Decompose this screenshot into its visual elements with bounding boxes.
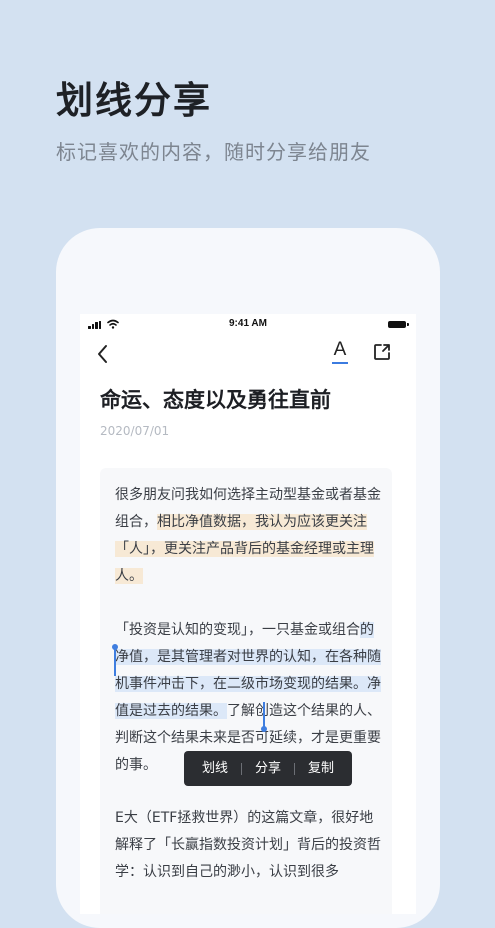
share-icon[interactable] <box>372 342 392 362</box>
paragraph-2-text-before: 「投资是认知的变现」，一只基金或组合 <box>115 622 360 638</box>
battery-icon <box>388 321 409 328</box>
article-body: 很多朋友问我如何选择主动型基金或者基金组合，相比净值数据，我认为应该更关注「人」… <box>100 468 392 914</box>
hero-subtitle: 标记喜欢的内容，随时分享给朋友 <box>56 140 371 164</box>
selection-menu: 划线 分享 复制 <box>184 751 352 786</box>
font-settings-button[interactable]: A <box>330 338 350 366</box>
article-title: 命运、态度以及勇往直前 <box>100 388 331 412</box>
paragraph-3[interactable]: E大（ETF拯救世界）的这篇文章，很好地解释了「长赢指数投资计划」背后的投资哲学… <box>115 805 383 886</box>
chevron-left-icon[interactable] <box>96 344 110 364</box>
font-underline-bar <box>332 362 348 364</box>
font-settings-icon: A <box>333 339 347 360</box>
copy-button[interactable]: 复制 <box>295 751 347 786</box>
paragraph-1[interactable]: 很多朋友问我如何选择主动型基金或者基金组合，相比净值数据，我认为应该更关注「人」… <box>115 482 383 590</box>
article-date: 2020/07/01 <box>100 424 170 438</box>
underline-button[interactable]: 划线 <box>189 751 241 786</box>
share-button[interactable]: 分享 <box>242 751 294 786</box>
hero-title: 划线分享 <box>56 79 212 122</box>
status-bar: 9:41 AM <box>80 314 416 336</box>
status-time: 9:41 AM <box>229 318 267 329</box>
selection-start-handle[interactable] <box>112 644 118 676</box>
phone-screen: 9:41 AM A 命运、态度以及勇往直前 2020/07/01 很多朋友问我如… <box>80 314 416 914</box>
selection-end-handle[interactable] <box>261 702 267 732</box>
paragraph-3-text: E大（ETF拯救世界）的这篇文章，很好地解释了「长赢指数投资计划」背后的投资哲学… <box>115 810 381 880</box>
